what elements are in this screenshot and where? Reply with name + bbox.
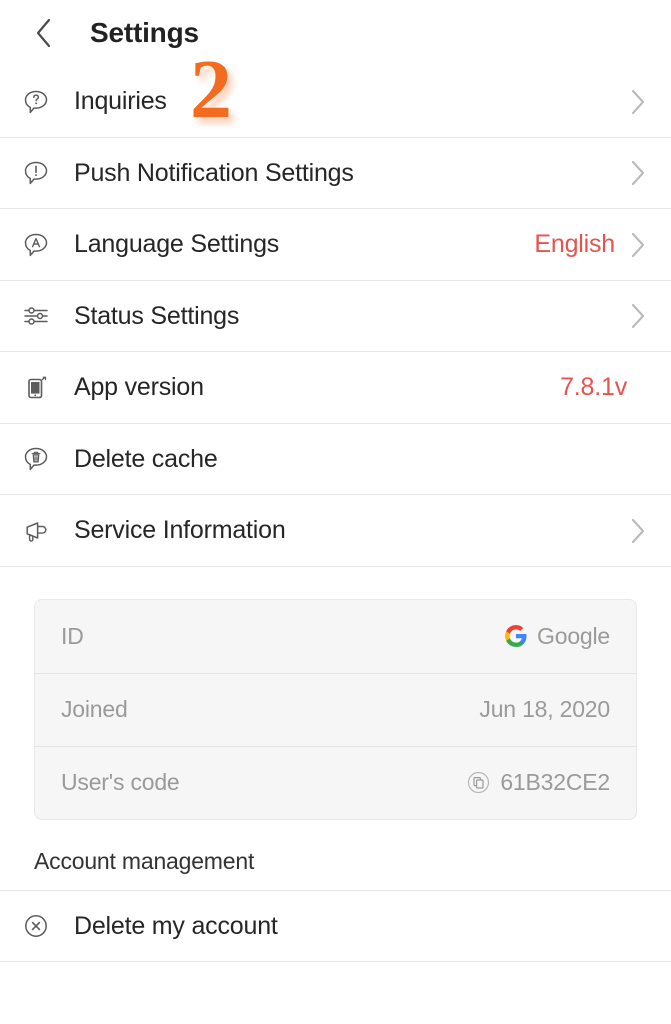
circle-x-icon: [14, 911, 58, 941]
sliders-icon: [14, 301, 58, 331]
info-row-value: Google: [537, 622, 610, 649]
settings-row-delete-cache[interactable]: Delete cache: [0, 423, 671, 495]
settings-row-label: Service Information: [74, 516, 286, 545]
info-row-id: ID Google: [35, 600, 636, 673]
settings-row-language[interactable]: Language Settings English: [0, 209, 671, 281]
settings-row-service-information[interactable]: Service Information: [0, 495, 671, 567]
language-value: English: [534, 230, 615, 259]
settings-row-label: Delete my account: [74, 911, 278, 940]
phone-icon: [14, 373, 58, 403]
info-row-value: 61B32CE2: [500, 768, 610, 795]
chevron-right-icon: [627, 160, 649, 186]
settings-row-label: App version: [74, 373, 204, 402]
info-row-key: User's code: [61, 768, 180, 795]
chevron-right-icon: [627, 232, 649, 258]
settings-row-app-version: App version 7.8.1v: [0, 352, 671, 424]
copy-icon[interactable]: [466, 770, 491, 795]
info-row-key: ID: [61, 622, 84, 649]
chevron-right-icon: [627, 518, 649, 544]
chevron-left-icon: [34, 17, 54, 49]
account-management-heading: Account management: [0, 820, 671, 891]
settings-row-push-notification[interactable]: Push Notification Settings: [0, 137, 671, 209]
account-info-card-wrapper: ID Google Joined Jun 18, 2020 User's cod…: [0, 567, 671, 820]
page-title: Settings: [90, 17, 199, 48]
megaphone-icon: [14, 516, 58, 546]
exclamation-bubble-icon: [14, 158, 58, 188]
app-header: Settings: [0, 0, 671, 66]
chevron-right-icon: [627, 303, 649, 329]
settings-row-label: Status Settings: [74, 301, 240, 330]
info-row-value-group: Jun 18, 2020: [479, 696, 610, 723]
info-row-joined: Joined Jun 18, 2020: [35, 672, 636, 746]
settings-screen: Settings 2 Inquiries Push Notification S…: [0, 0, 671, 1024]
back-button[interactable]: [22, 11, 66, 55]
settings-row-label: Push Notification Settings: [74, 158, 354, 187]
app-version-value: 7.8.1v: [560, 373, 627, 402]
info-row-key: Joined: [61, 695, 128, 722]
google-logo-icon: [504, 624, 528, 648]
trash-bubble-icon: [14, 444, 58, 474]
account-info-card: ID Google Joined Jun 18, 2020 User's cod…: [34, 598, 637, 820]
question-bubble-icon: [14, 87, 58, 117]
settings-row-inquiries[interactable]: Inquiries: [0, 66, 671, 138]
language-bubble-icon: [14, 230, 58, 260]
info-row-value-group: 61B32CE2: [466, 769, 610, 796]
settings-row-status[interactable]: Status Settings: [0, 280, 671, 352]
info-row-value-group: Google: [504, 623, 610, 650]
settings-row-label: Language Settings: [74, 230, 280, 259]
settings-list: Inquiries Push Notification Settings Lan…: [0, 66, 671, 567]
chevron-right-icon: [627, 89, 649, 115]
settings-row-label: Inquiries: [74, 87, 167, 116]
info-row-value: Jun 18, 2020: [479, 695, 610, 722]
settings-row-label: Delete cache: [74, 444, 218, 473]
settings-row-delete-my-account[interactable]: Delete my account: [0, 890, 671, 962]
info-row-user-code: User's code 61B32CE2: [35, 745, 636, 819]
